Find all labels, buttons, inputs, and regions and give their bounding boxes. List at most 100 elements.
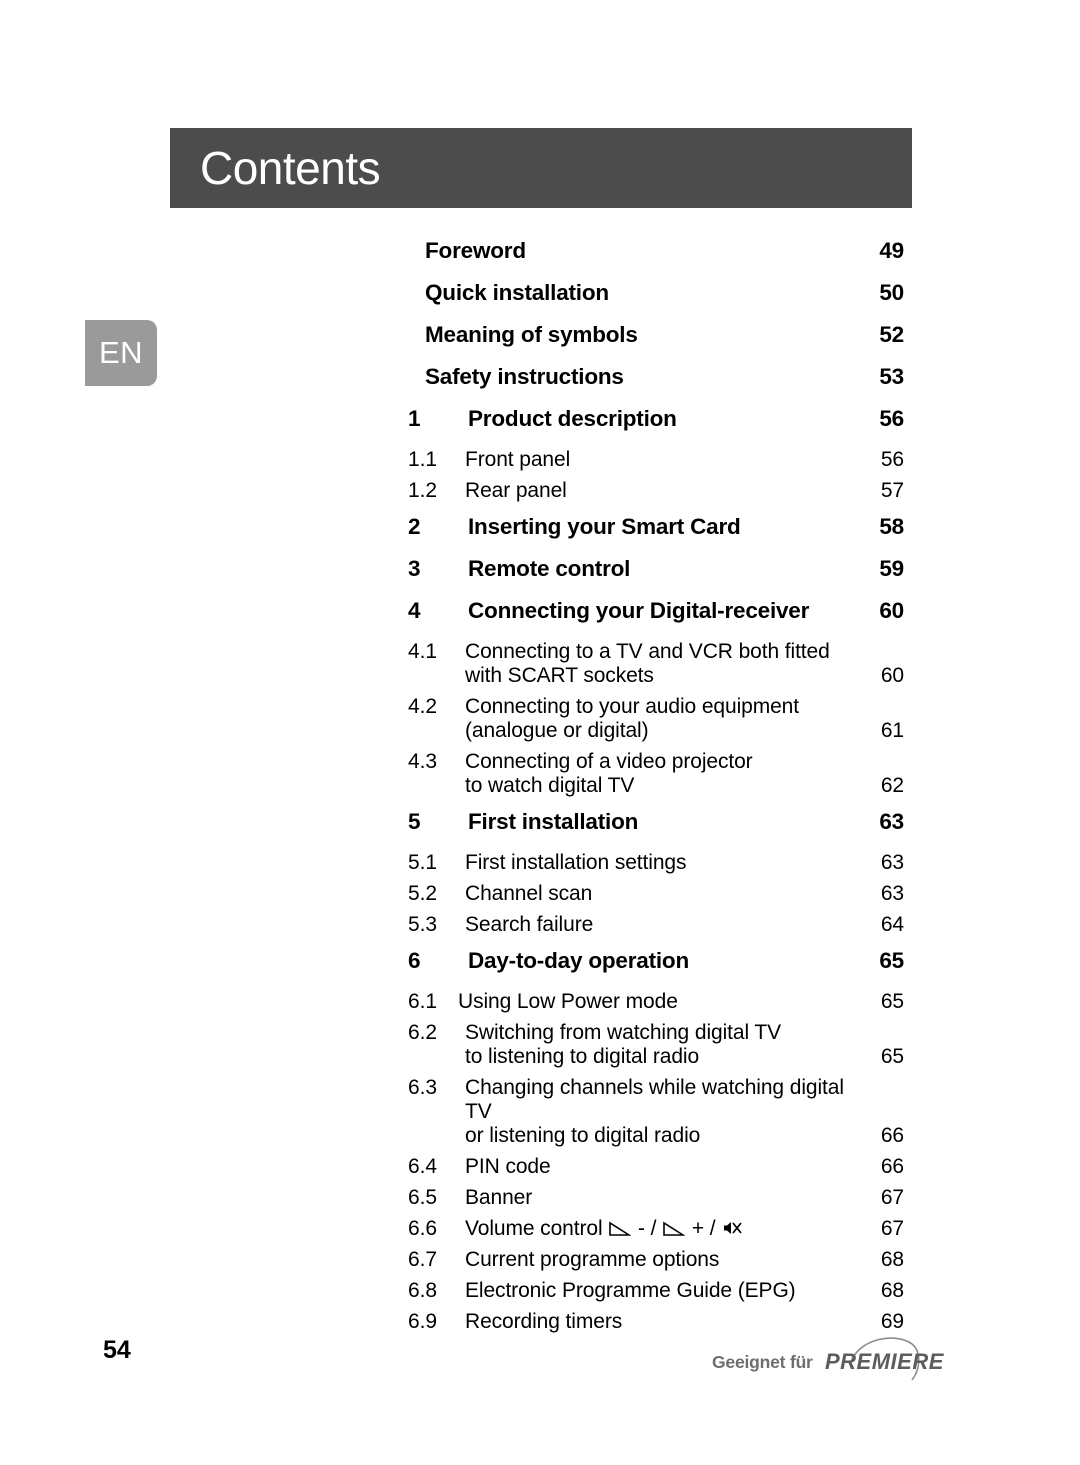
toc-entry-label: Banner	[465, 1186, 860, 1210]
toc-entry-label-line2: with SCART sockets	[465, 664, 654, 687]
toc-entry-major[interactable]: 5 First installation 63	[408, 809, 904, 835]
toc-entry-label: Foreword	[425, 238, 860, 264]
toc-entry-label-line1: First installation settings	[465, 851, 687, 874]
toc-entry-sub[interactable]: 1.1 Front panel 56	[408, 448, 904, 472]
toc-entry-number: 6.8	[408, 1279, 437, 1302]
toc-entry-page-number: 63	[879, 809, 904, 834]
toc-entry-page-number: 67	[880, 1217, 904, 1240]
toc-entry-page-number: 53	[879, 364, 904, 389]
toc-entry-label: First installation settings	[465, 851, 860, 875]
toc-entry-page-number: 60	[879, 598, 904, 623]
toc-entry-sub[interactable]: 6.2 Switching from watching digital TV to …	[408, 1021, 904, 1069]
toc-entry-label: Changing channels while watching digital…	[465, 1076, 860, 1148]
toc-entry-label: Switching from watching digital TV to lis…	[465, 1021, 860, 1069]
toc-entry-number: 1.2	[408, 479, 437, 502]
toc-entry-sub[interactable]: 6.1 Using Low Power mode 65	[408, 990, 904, 1014]
toc-entry-label-line1: Using Low Power mode	[458, 990, 678, 1013]
toc-entry-major[interactable]: Foreword 49	[408, 238, 904, 264]
toc-entry-label-line1: Volume control	[465, 1217, 603, 1240]
toc-entry-label-line1: Remote control	[468, 556, 631, 581]
toc-entry-sub[interactable]: 6.7 Current programme options 68	[408, 1248, 904, 1272]
toc-entry-page-number: 62	[880, 774, 904, 797]
toc-entry-label-line2: to watch digital TV	[465, 774, 635, 797]
toc-entry-number: 3	[408, 556, 421, 581]
volume-down-icon	[609, 1221, 632, 1236]
toc-entry-label-line1: Rear panel	[465, 479, 567, 502]
toc-entry-page-number: 56	[880, 448, 904, 471]
toc-entry-sub[interactable]: 1.2 Rear panel 57	[408, 479, 904, 503]
toc-entry-sub[interactable]: 4.1 Connecting to a TV and VCR both fitte…	[408, 640, 904, 688]
toc-entry-sub[interactable]: 6.4 PIN code 66	[408, 1155, 904, 1179]
toc-entry-number: 5.1	[408, 851, 437, 874]
toc-entry-label: Connecting of a video projector to watch …	[465, 750, 860, 798]
toc-entry-page-number: 65	[880, 990, 904, 1013]
toc-entry-label: Search failure	[465, 913, 860, 937]
toc-entry-sub[interactable]: 4.3 Connecting of a video projector to wat…	[408, 750, 904, 798]
toc-entry-number: 4.1	[408, 640, 437, 663]
toc-entry-page-number: 64	[880, 913, 904, 936]
toc-entry-page-number: 68	[880, 1248, 904, 1271]
toc-entry-label: Front panel	[465, 448, 860, 472]
toc-entry-major[interactable]: Quick installation 50	[408, 280, 904, 306]
toc-entry-sub[interactable]: 6.5 Banner 67	[408, 1186, 904, 1210]
toc-entry-label: Remote control	[468, 556, 860, 582]
toc-entry-number: 4.2	[408, 695, 437, 718]
toc-entry-label: Connecting to your audio equipment (analo…	[465, 695, 860, 743]
toc-entry-label-line1: Electronic Programme Guide (EPG)	[465, 1279, 796, 1302]
toc-entry-sub[interactable]: 5.3 Search failure 64	[408, 913, 904, 937]
toc-entry-sub[interactable]: 6.8 Electronic Programme Guide (EPG) 68	[408, 1279, 904, 1303]
toc-entry-label: Rear panel	[465, 479, 860, 503]
toc-entry-number: 6.7	[408, 1248, 437, 1271]
toc-entry-label: Inserting your Smart Card	[468, 514, 860, 540]
table-of-contents: Foreword 49 Quick installation 50 Meaning of…	[408, 238, 904, 1341]
toc-entry-major[interactable]: 3 Remote control 59	[408, 556, 904, 582]
toc-entry-number: 2	[408, 514, 421, 539]
toc-entry-label: Connecting to a TV and VCR both fitted wi…	[465, 640, 860, 688]
toc-entry-label: Current programme options	[465, 1248, 860, 1272]
toc-entry-major[interactable]: Meaning of symbols 52	[408, 322, 904, 348]
toc-entry-number: 1.1	[408, 448, 437, 471]
logo-brand-text: PREMIERE	[825, 1349, 944, 1374]
toc-entry-major[interactable]: 6 Day-to-day operation 65	[408, 948, 904, 974]
toc-entry-page-number: 60	[880, 664, 904, 687]
toc-entry-label-line1: Connecting your Digital-receiver	[468, 598, 810, 623]
toc-entry-page-number: 66	[880, 1124, 904, 1147]
toc-entry-major[interactable]: 4 Connecting your Digital-receiver 60	[408, 598, 904, 624]
page-title: Contents	[200, 142, 381, 194]
toc-entry-label-line1: Quick installation	[425, 280, 609, 305]
toc-entry-label: Day-to-day operation	[468, 948, 860, 974]
toc-entry-label: Meaning of symbols	[425, 322, 860, 348]
toc-entry-major[interactable]: 1 Product description 56	[408, 406, 904, 432]
toc-entry-number: 5.3	[408, 913, 437, 936]
toc-entry-page-number: 63	[880, 882, 904, 905]
toc-entry-sub[interactable]: 4.2 Connecting to your audio equipment (an…	[408, 695, 904, 743]
toc-entry-label: Quick installation	[425, 280, 860, 306]
toc-entry-page-number: 50	[879, 280, 904, 305]
toc-entry-number: 4	[408, 598, 421, 623]
toc-entry-page-number: 66	[880, 1155, 904, 1178]
toc-entry-label-line2: to listening to digital radio	[465, 1045, 700, 1068]
toc-entry-number: 6.5	[408, 1186, 437, 1209]
toc-entry-sub[interactable]: 5.1 First installation settings 63	[408, 851, 904, 875]
toc-entry-sub[interactable]: 6.3 Changing channels while watching digi…	[408, 1076, 904, 1148]
toc-entry-label-line1: Meaning of symbols	[425, 322, 638, 347]
toc-entry-number: 6	[408, 948, 421, 973]
toc-entry-sub[interactable]: 5.2 Channel scan 63	[408, 882, 904, 906]
toc-entry-sub[interactable]: 6.6 Volume control - / + / 67	[408, 1217, 904, 1241]
toc-entry-label-line1: Current programme options	[465, 1248, 720, 1271]
toc-entry-label-line1: PIN code	[465, 1155, 551, 1178]
toc-entry-label: Product description	[468, 406, 860, 432]
toc-entry-label-line1: Channel scan	[465, 882, 593, 905]
toc-entry-label-line1: Changing channels while watching digital…	[465, 1076, 844, 1123]
toc-entry-label-line1: Recording timers	[465, 1310, 623, 1333]
toc-entry-major[interactable]: 2 Inserting your Smart Card 58	[408, 514, 904, 540]
toc-entry-label-line1: Foreword	[425, 238, 526, 263]
language-tab-en: EN	[85, 320, 157, 386]
toc-entry-page-number: 56	[879, 406, 904, 431]
toc-entry-page-number: 67	[880, 1186, 904, 1209]
toc-entry-page-number: 68	[880, 1279, 904, 1302]
toc-entry-number: 6.4	[408, 1155, 437, 1178]
logo-prefix-text: Geeignet für	[712, 1352, 813, 1372]
toc-entry-page-number: 63	[880, 851, 904, 874]
toc-entry-major[interactable]: Safety instructions 53	[408, 364, 904, 390]
